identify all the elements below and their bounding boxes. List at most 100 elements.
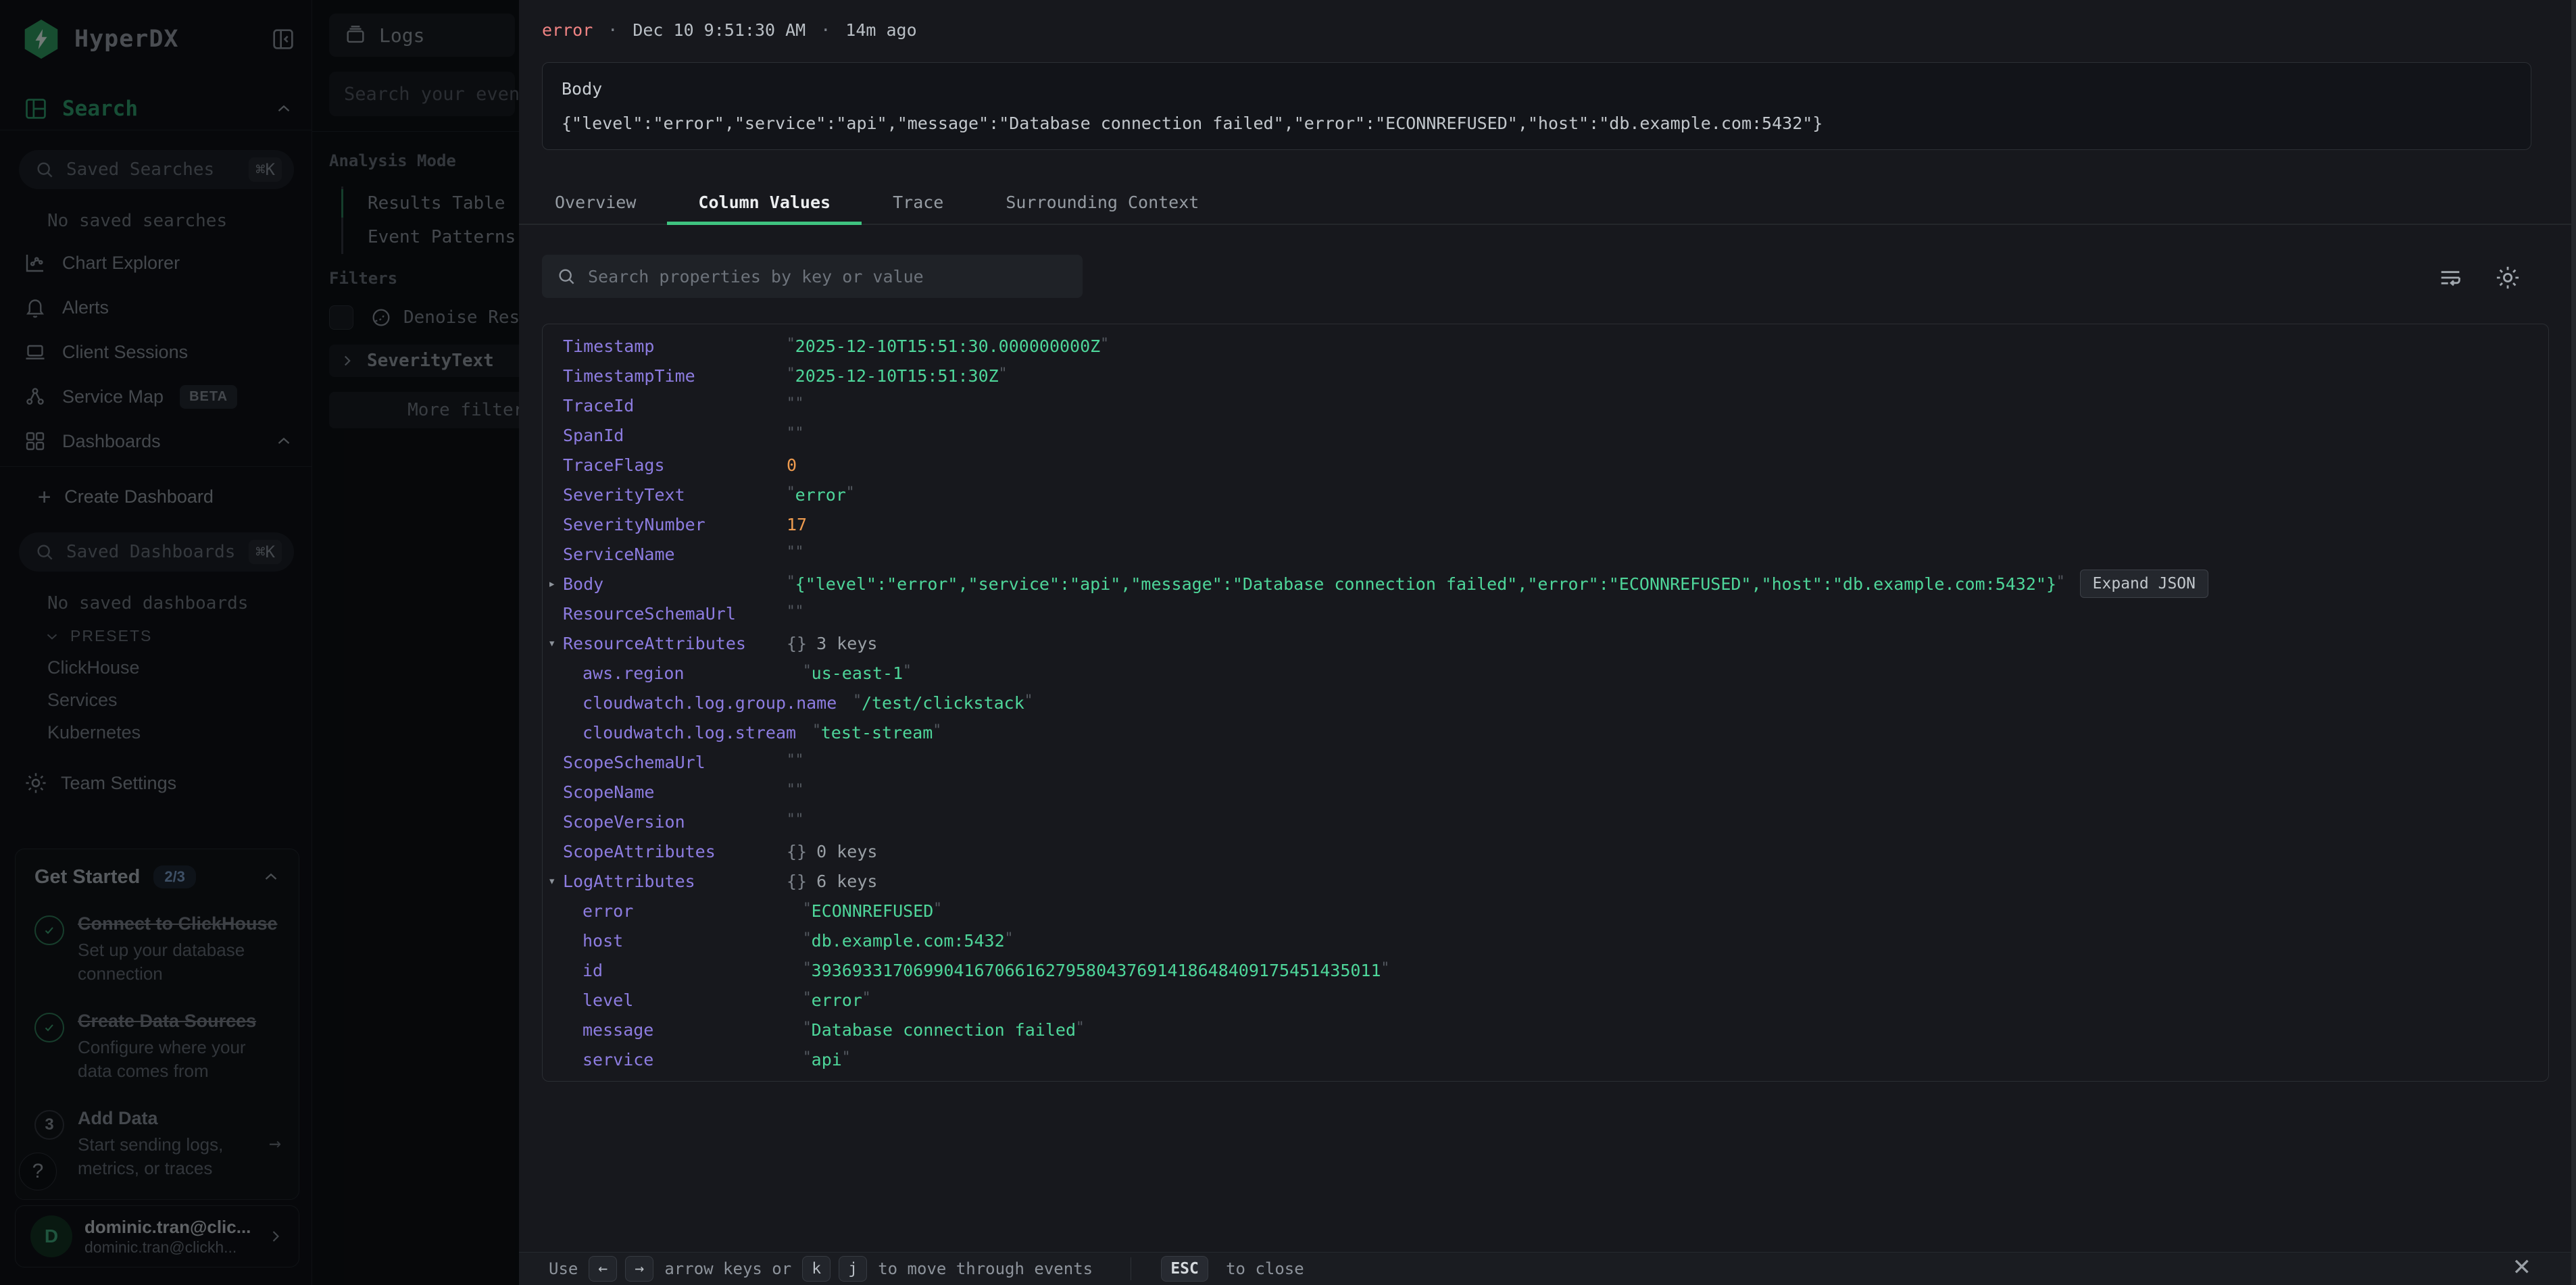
collapse-row-icon[interactable]: ▾ — [548, 874, 555, 888]
property-value-empty: "" — [787, 603, 803, 619]
property-key: error — [583, 901, 803, 921]
property-row-error[interactable]: error"ECONNREFUSED" — [543, 896, 2548, 926]
property-row-ResourceAttributes[interactable]: ▾ResourceAttributes{}3 keys — [543, 628, 2548, 658]
property-row-TraceId[interactable]: TraceId"" — [543, 390, 2548, 420]
property-row-ScopeAttributes[interactable]: ScopeAttributes{} 0 keys — [543, 836, 2548, 866]
settings-gear-icon[interactable] — [2494, 263, 2522, 292]
property-key: ScopeName — [563, 782, 787, 802]
property-row-aws.region[interactable]: aws.region"us-east-1" — [543, 658, 2548, 688]
property-key: Body — [563, 574, 787, 594]
tab-trace[interactable]: Trace — [862, 180, 974, 224]
property-key: ScopeAttributes — [563, 842, 787, 861]
properties-search-input[interactable]: Search properties by key or value — [542, 255, 1083, 298]
event-header: error · Dec 10 9:51:30 AM · 14m ago — [542, 15, 917, 45]
property-row-TimestampTime[interactable]: TimestampTime"2025-12-10T15:51:30Z" — [543, 361, 2548, 390]
property-row-SeverityText[interactable]: SeverityText"error" — [543, 480, 2548, 509]
property-key: ServiceName — [563, 545, 787, 564]
property-key: host — [583, 931, 803, 951]
property-key: cloudwatch.log.group.name — [583, 693, 853, 713]
scrollbar[interactable] — [2571, 0, 2576, 1285]
property-row-cloudwatch.log.stream[interactable]: cloudwatch.log.stream"test-stream" — [543, 717, 2548, 747]
property-value: test-stream — [821, 723, 933, 742]
screen: HyperDX Search Saved Searches ⌘K No save… — [0, 0, 2576, 1285]
expand-row-icon[interactable]: ▸ — [548, 576, 555, 591]
property-row-ServiceName[interactable]: ServiceName"" — [543, 539, 2548, 569]
properties-table: Timestamp"2025-12-10T15:51:30.000000000Z… — [542, 324, 2549, 1082]
letter-keys: kj — [798, 1256, 871, 1282]
property-value: 0 — [787, 455, 797, 475]
property-value: 2025-12-10T15:51:30.000000000Z — [795, 336, 1101, 356]
property-row-ScopeVersion[interactable]: ScopeVersion"" — [543, 807, 2548, 836]
property-key: level — [583, 990, 803, 1010]
arrow-key: ← — [589, 1256, 617, 1282]
properties-search-placeholder: Search properties by key or value — [588, 267, 924, 286]
property-value: error — [795, 485, 846, 505]
property-key: cloudwatch.log.stream — [583, 723, 812, 742]
property-row-message[interactable]: message"Database connection failed" — [543, 1015, 2548, 1044]
property-value: ECONNREFUSED — [812, 901, 934, 921]
arrow-keys: ←→ — [585, 1256, 658, 1282]
property-row-level[interactable]: level"error" — [543, 985, 2548, 1015]
property-key: id — [583, 961, 803, 980]
keys-count: 3 keys — [816, 634, 877, 653]
property-row-host[interactable]: host"db.example.com:5432" — [543, 926, 2548, 955]
property-key: SeverityNumber — [563, 515, 787, 534]
property-key: SeverityText — [563, 485, 787, 505]
property-row-id[interactable]: id"3936933170699041670661627958043769141… — [543, 955, 2548, 985]
keys-count: 0 keys — [816, 842, 877, 861]
expand-json-button[interactable]: Expand JSON — [2080, 570, 2208, 598]
property-key: LogAttributes — [563, 872, 787, 891]
property-value: {"level":"error","service":"api","messag… — [795, 574, 2056, 594]
property-value: 3936933170699041670661627958043769141864… — [812, 961, 1381, 980]
letter-key: k — [802, 1256, 831, 1282]
braces-icon: {} — [787, 634, 807, 653]
property-row-ScopeSchemaUrl[interactable]: ScopeSchemaUrl"" — [543, 747, 2548, 777]
body-card-content: {"level":"error","service":"api","messag… — [562, 114, 2512, 133]
property-value-empty: "" — [787, 811, 803, 827]
property-row-ScopeName[interactable]: ScopeName"" — [543, 777, 2548, 807]
property-key: ScopeSchemaUrl — [563, 753, 787, 772]
modal-footer: Use ←→ arrow keys or kj to move through … — [519, 1252, 2576, 1285]
property-row-Timestamp[interactable]: Timestamp"2025-12-10T15:51:30.000000000Z… — [543, 331, 2548, 361]
property-row-ResourceSchemaUrl[interactable]: ResourceSchemaUrl"" — [543, 599, 2548, 628]
property-value: api — [812, 1050, 842, 1069]
property-row-service[interactable]: service"api" — [543, 1044, 2548, 1074]
event-relative-time: 14m ago — [845, 20, 916, 40]
property-key: TraceId — [563, 396, 787, 415]
arrow-key: → — [625, 1256, 653, 1282]
property-value: /test/clickstack — [862, 693, 1024, 713]
event-tabs: OverviewColumn ValuesTraceSurrounding Co… — [519, 180, 2576, 225]
collapse-row-icon[interactable]: ▾ — [548, 636, 555, 651]
modal-backdrop[interactable] — [0, 0, 519, 1285]
property-key: service — [583, 1050, 803, 1069]
keys-count: 6 keys — [816, 872, 877, 891]
property-row-TraceFlags[interactable]: TraceFlags0 — [543, 450, 2548, 480]
property-value: us-east-1 — [812, 663, 903, 683]
event-details-panel: error · Dec 10 9:51:30 AM · 14m ago Body… — [519, 0, 2576, 1285]
property-value-empty: "" — [787, 781, 803, 797]
tab-surrounding-context[interactable]: Surrounding Context — [974, 180, 1230, 224]
property-key: SpanId — [563, 426, 787, 445]
property-value-empty: "" — [787, 424, 803, 440]
wrap-lines-icon[interactable] — [2437, 264, 2464, 291]
braces-icon: {} — [787, 842, 807, 861]
close-icon[interactable]: ✕ — [2512, 1254, 2532, 1281]
property-row-cloudwatch.log.group.name[interactable]: cloudwatch.log.group.name"/test/clicksta… — [543, 688, 2548, 717]
property-key: message — [583, 1020, 803, 1040]
property-key: TimestampTime — [563, 366, 787, 386]
property-row-LogAttributes[interactable]: ▾LogAttributes{}6 keys — [543, 866, 2548, 896]
property-row-SeverityNumber[interactable]: SeverityNumber17 — [543, 509, 2548, 539]
body-card-label: Body — [562, 79, 2512, 99]
property-key: Timestamp — [563, 336, 787, 356]
property-row-SpanId[interactable]: SpanId"" — [543, 420, 2548, 450]
property-value-empty: "" — [787, 751, 803, 767]
property-key: ResourceSchemaUrl — [563, 604, 787, 624]
severity-badge: error — [542, 20, 593, 40]
property-key: aws.region — [583, 663, 803, 683]
property-value: 2025-12-10T15:51:30Z — [795, 366, 999, 386]
search-icon — [555, 266, 577, 287]
tab-overview[interactable]: Overview — [524, 180, 667, 224]
tab-column-values[interactable]: Column Values — [667, 180, 862, 224]
property-row-Body[interactable]: ▸Body"{"level":"error","service":"api","… — [543, 569, 2548, 599]
letter-key: j — [839, 1256, 867, 1282]
